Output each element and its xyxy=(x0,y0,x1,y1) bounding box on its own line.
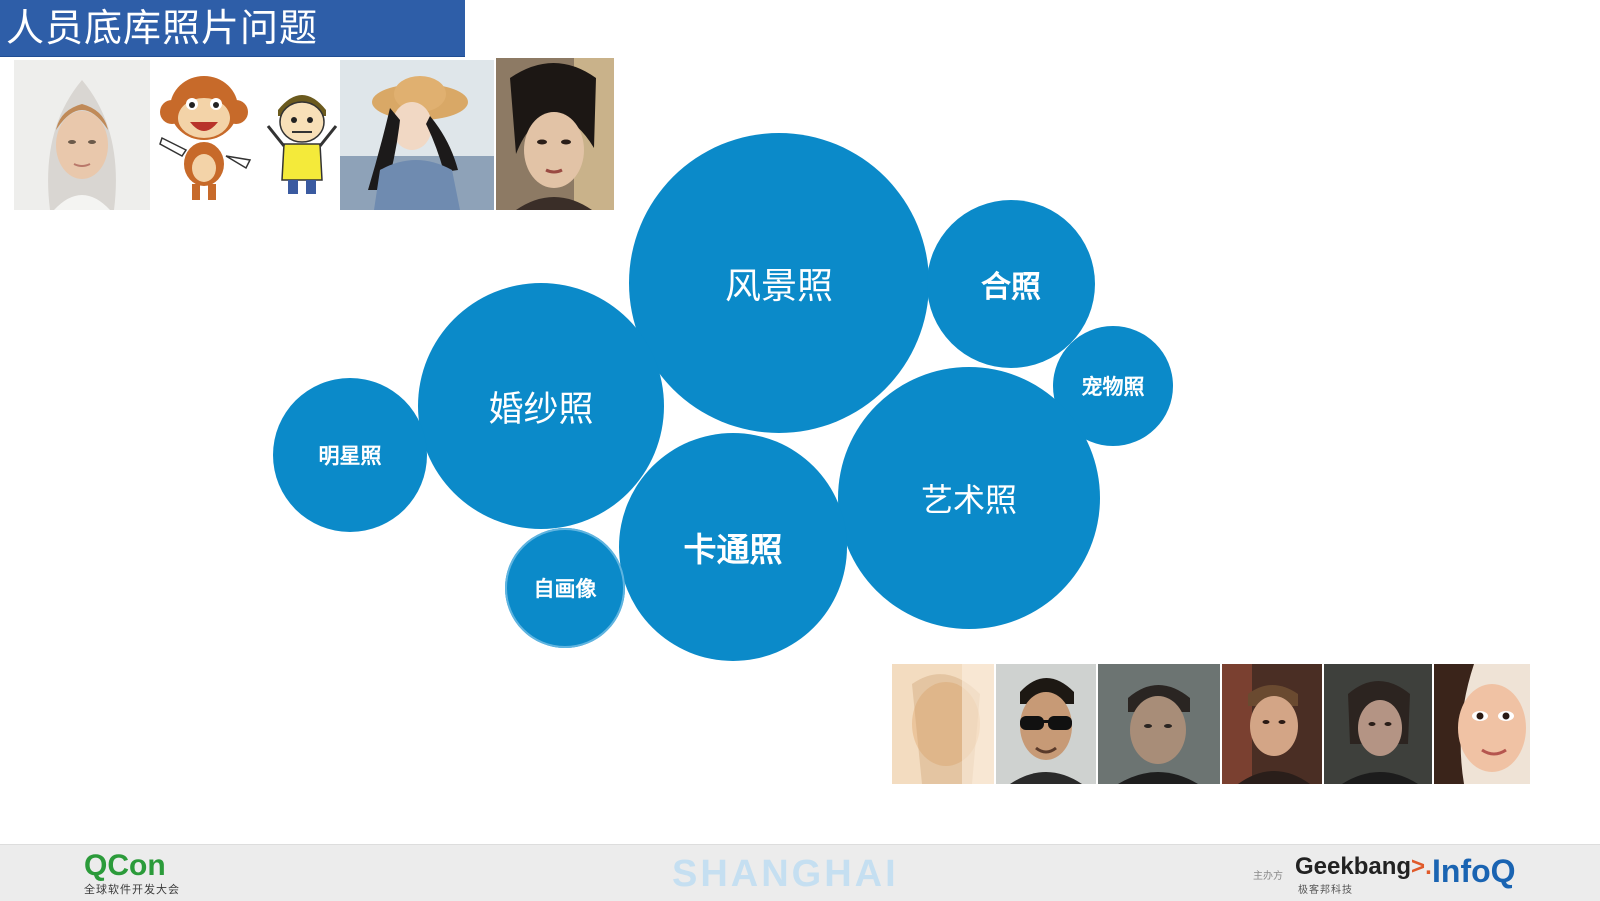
qcon-logo: QCon xyxy=(84,849,166,882)
bubble-group-label: 合照 xyxy=(981,270,1041,305)
title-bar: 人员底库照片问题 xyxy=(0,0,465,57)
bubble-cartoon: 卡通照 xyxy=(619,433,847,661)
bubble-pet-label: 宠物照 xyxy=(1081,375,1145,399)
blurred-woman-photo xyxy=(892,664,994,784)
bubble-art-label: 艺术照 xyxy=(920,481,1017,519)
cartoon-monkey-image xyxy=(152,64,256,204)
man-dim-photo xyxy=(1098,664,1220,784)
geekbang-text: Geekbang xyxy=(1295,853,1412,880)
girl-closeup-photo xyxy=(1434,664,1530,784)
bubble-celebrity: 明星照 xyxy=(273,378,427,532)
girl-straw-hat-photo xyxy=(340,60,494,210)
bubble-cartoon-label: 卡通照 xyxy=(683,530,783,569)
bubble-selfportrait: 自画像 xyxy=(505,528,625,648)
organizer-label: 主办方 xyxy=(1253,871,1283,882)
geekbang-arrow: >. xyxy=(1411,853,1432,880)
man-sunglasses-photo xyxy=(996,664,1096,784)
slide-title: 人员底库照片问题 xyxy=(6,6,319,50)
woman-dark-photo xyxy=(1324,664,1432,784)
bride-photo xyxy=(14,60,150,210)
city-label: SHANGHAI xyxy=(672,853,899,895)
bubble-landscape-label: 风景照 xyxy=(724,266,833,307)
cartoon-boy-image xyxy=(266,80,338,198)
footer-bar: QCon 全球软件开发大会 SHANGHAI 主办方 Geekbang>. 极客… xyxy=(0,844,1600,901)
woman-portrait-photo xyxy=(496,58,614,210)
bubble-wedding: 婚纱照 xyxy=(418,283,664,529)
bubble-selfportrait-label: 自画像 xyxy=(533,577,597,601)
bubble-art: 艺术照 xyxy=(838,367,1100,629)
man-scene-photo xyxy=(1222,664,1322,784)
qcon-subtitle: 全球软件开发大会 xyxy=(84,883,180,896)
geekbang-logo: Geekbang>. xyxy=(1295,853,1432,881)
bubble-landscape: 风景照 xyxy=(629,133,929,433)
infoq-logo: InfoQ xyxy=(1432,853,1516,889)
bubble-celebrity-label: 明星照 xyxy=(318,444,382,468)
geekbang-subtitle: 极客邦科技 xyxy=(1298,885,1353,896)
bubble-wedding-label: 婚纱照 xyxy=(488,389,594,430)
